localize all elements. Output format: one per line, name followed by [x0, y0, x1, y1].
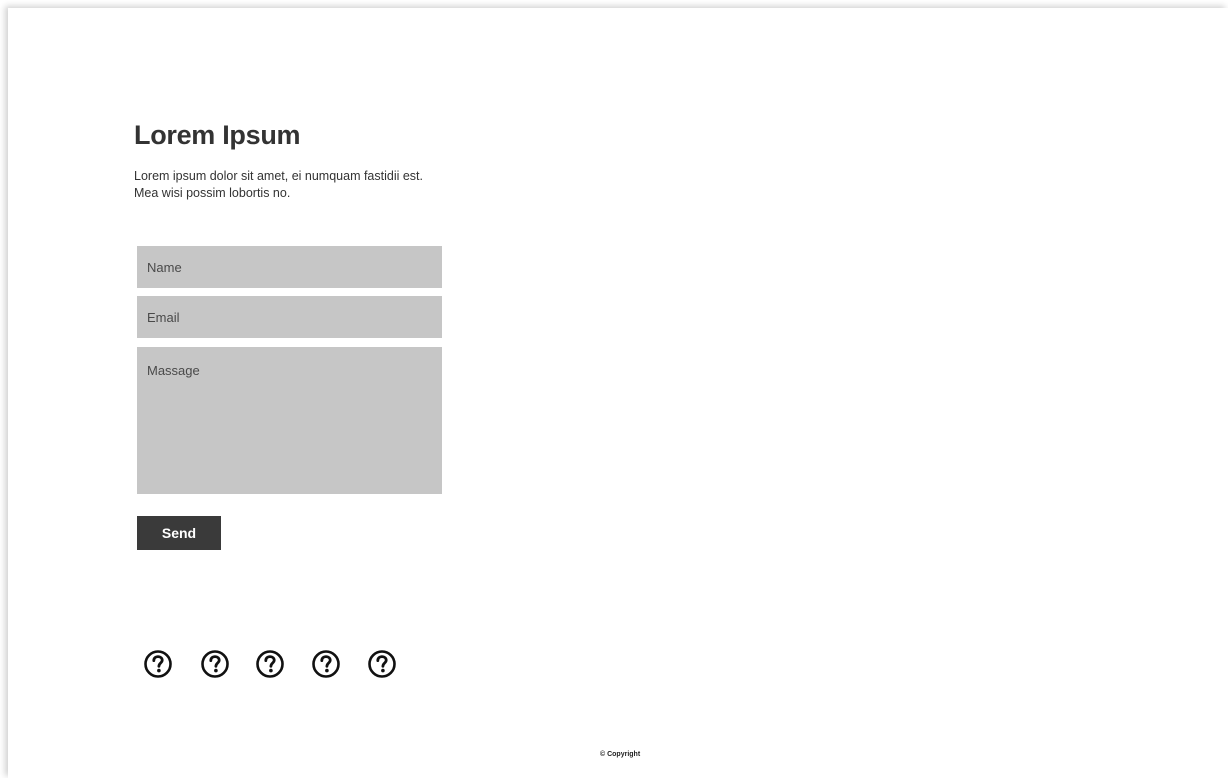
- contact-intro: Lorem Ipsum Lorem ipsum dolor sit amet, …: [134, 118, 454, 202]
- help-circle-icon[interactable]: [255, 649, 285, 679]
- help-circle-icon[interactable]: [143, 649, 173, 679]
- help-circle-icon[interactable]: [367, 649, 397, 679]
- message-textarea[interactable]: [137, 347, 442, 494]
- help-circle-icon[interactable]: [311, 649, 341, 679]
- help-circle-icon[interactable]: [200, 649, 230, 679]
- copyright-text: © Copyright: [600, 751, 641, 758]
- page-title: Lorem Ipsum: [134, 120, 301, 150]
- email-input[interactable]: [137, 296, 442, 338]
- send-button[interactable]: Send: [137, 516, 221, 550]
- name-input[interactable]: [137, 246, 442, 288]
- page-description: Lorem ipsum dolor sit amet, ei numquam f…: [134, 169, 424, 200]
